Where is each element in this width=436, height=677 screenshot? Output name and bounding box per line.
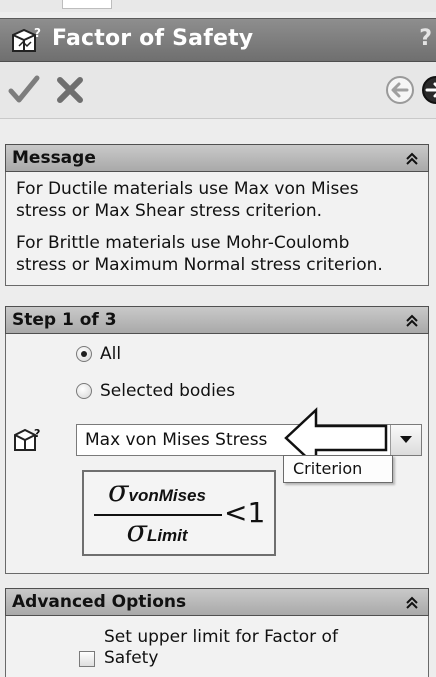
message-line: stress or Max Shear stress criterion.: [16, 201, 323, 221]
criterion-icon: ?: [14, 427, 40, 451]
criterion-value: Max von Mises Stress: [85, 430, 268, 450]
formula-subscript: Limit: [146, 526, 188, 545]
brittle-message: For Brittle materials use Mohr-Coulomb s…: [16, 232, 426, 276]
collapse-chevron-icon[interactable]: [404, 313, 420, 329]
message-line: stress or Maximum Normal stress criterio…: [16, 255, 383, 275]
radio-dot: [81, 351, 87, 357]
svg-text:?: ?: [34, 427, 40, 440]
message-line: For Brittle materials use Mohr-Coulomb: [16, 233, 350, 253]
property-manager-title-bar: ? Factor of Safety ?: [0, 18, 436, 62]
message-section-header[interactable]: Message: [5, 144, 429, 172]
formula-image: σvonMises σLimit <1: [82, 470, 276, 556]
formula-denominator: σLimit: [92, 514, 222, 549]
factor-of-safety-icon: ?: [12, 26, 41, 52]
action-bar: [0, 62, 436, 119]
top-strip: [0, 0, 436, 12]
x-icon[interactable]: [52, 72, 88, 108]
checkmark-icon[interactable]: [6, 72, 42, 108]
sigma-symbol: σ: [126, 514, 147, 549]
panel-title: Factor of Safety: [52, 26, 254, 51]
radio-all-label: All: [100, 344, 122, 364]
upper-limit-checkbox[interactable]: [79, 651, 95, 667]
message-section-title: Message: [12, 148, 96, 168]
checkbox-label-line: Safety: [104, 648, 159, 668]
arrow-left-icon[interactable]: [382, 72, 418, 108]
collapse-chevron-icon[interactable]: [404, 151, 420, 167]
sigma-symbol: σ: [108, 474, 129, 509]
arrow-right-icon[interactable]: [418, 72, 436, 108]
help-button[interactable]: ?: [419, 26, 432, 51]
ductile-message: For Ductile materials use Max von Mises …: [16, 178, 426, 222]
radio-button[interactable]: [76, 383, 92, 399]
advanced-options-header[interactable]: Advanced Options: [5, 588, 429, 616]
radio-button-selected[interactable]: [76, 346, 92, 362]
message-panel: For Ductile materials use Max von Mises …: [5, 172, 429, 286]
svg-text:?: ?: [34, 26, 41, 40]
dropdown-button[interactable]: [390, 425, 421, 455]
criterion-tooltip: Criterion: [283, 455, 393, 483]
step-section-title: Step 1 of 3: [12, 310, 117, 330]
formula-comparison: <1: [224, 496, 266, 529]
message-line: For Ductile materials use Max von Mises: [16, 179, 359, 199]
advanced-options-title: Advanced Options: [12, 592, 187, 612]
collapse-chevron-icon[interactable]: [404, 595, 420, 611]
feature-tab[interactable]: [62, 0, 112, 9]
chevron-down-icon: [400, 436, 412, 443]
checkbox-label-line: Set upper limit for Factor of: [104, 627, 338, 647]
upper-limit-label: Set upper limit for Factor of Safety: [104, 627, 404, 669]
radio-selected-bodies-label: Selected bodies: [100, 381, 236, 401]
tooltip-text: Criterion: [293, 459, 363, 478]
formula-subscript: vonMises: [128, 486, 206, 505]
formula-numerator: σvonMises: [92, 474, 222, 509]
step-section-header[interactable]: Step 1 of 3: [5, 306, 429, 334]
